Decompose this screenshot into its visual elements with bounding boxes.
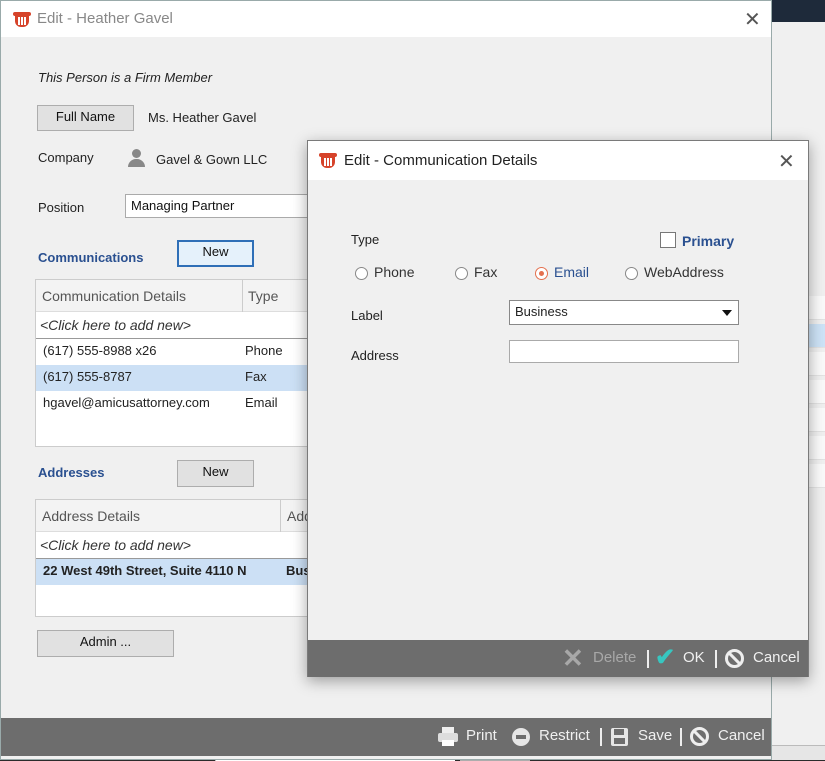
save-icon (611, 728, 628, 746)
radio-email[interactable]: Email (535, 264, 595, 282)
communication-type-cell: Email (245, 395, 278, 410)
type-label: Type (351, 232, 380, 247)
main-window-title: Edit - Heather Gavel (37, 10, 173, 27)
amicus-logo-icon (13, 10, 31, 28)
footer-separator (647, 650, 649, 668)
company-label: Company (38, 150, 94, 165)
new-address-button[interactable]: New (177, 460, 254, 487)
full-name-value: Ms. Heather Gavel (148, 110, 257, 125)
dialog-cancel-button[interactable]: Cancel (753, 649, 800, 666)
amicus-logo-icon (319, 151, 337, 169)
print-button[interactable]: Print (466, 727, 497, 744)
communication-type-cell: Fax (245, 369, 267, 384)
addresses-heading: Addresses (38, 465, 105, 480)
column-address-details[interactable]: Address Details (42, 508, 140, 524)
delete-button[interactable]: Delete (593, 649, 636, 666)
communications-grid-header: Communication Details Type (36, 280, 314, 312)
chevron-down-icon (722, 310, 732, 316)
table-row-selected[interactable]: 22 West 49th Street, Suite 4110 N Bus (36, 559, 314, 585)
communication-details-cell: (617) 555-8787 (43, 369, 132, 384)
radio-email-label: Email (554, 264, 590, 280)
radio-dot (355, 267, 368, 280)
main-titlebar: Edit - Heather Gavel ✕ (1, 1, 771, 37)
dialog-close-icon[interactable]: ✕ (778, 149, 795, 174)
radio-webaddress-label: WebAddress (644, 264, 724, 280)
save-button[interactable]: Save (638, 727, 672, 744)
label-select-value: Business (515, 304, 568, 319)
firm-member-note: This Person is a Firm Member (38, 70, 213, 85)
ok-button[interactable]: OK (683, 649, 705, 666)
communication-type-cell: Phone (245, 343, 283, 358)
cancel-button[interactable]: Cancel (718, 727, 765, 744)
checkbox-box (660, 232, 676, 248)
column-communication-details[interactable]: Communication Details (42, 288, 186, 304)
radio-dot (625, 267, 638, 280)
position-label: Position (38, 200, 85, 215)
restrict-icon (512, 728, 530, 746)
main-close-icon[interactable]: ✕ (744, 7, 761, 32)
footer-separator (600, 728, 602, 746)
full-name-button[interactable]: Full Name (37, 105, 134, 131)
radio-phone[interactable]: Phone (355, 264, 425, 282)
footer-separator (680, 728, 682, 746)
table-row[interactable]: hgavel@amicusattorney.com Email (36, 391, 314, 417)
dialog-titlebar: Edit - Communication Details ✕ (308, 141, 808, 180)
admin-button[interactable]: Admin ... (37, 630, 174, 657)
communications-grid: Communication Details Type <Click here t… (35, 279, 315, 447)
radio-fax[interactable]: Fax (455, 264, 505, 282)
add-new-communication-row[interactable]: <Click here to add new> (36, 312, 314, 339)
addresses-grid-header: Address Details Add (36, 500, 314, 532)
background-app-titlebar (772, 0, 825, 22)
communication-details-cell: hgavel@amicusattorney.com (43, 395, 210, 410)
cancel-icon (725, 649, 744, 668)
person-icon (128, 149, 145, 167)
delete-icon: ✕ (562, 643, 584, 673)
main-footer-bar: Print Restrict Save Cancel (1, 718, 771, 756)
label-select[interactable]: Business (509, 300, 739, 325)
radio-dot-selected (535, 267, 548, 280)
communications-heading: Communications (38, 250, 144, 265)
radio-dot (455, 267, 468, 280)
cancel-icon (690, 727, 709, 746)
position-field[interactable]: Managing Partner (125, 194, 315, 218)
primary-label: Primary (682, 233, 735, 249)
ok-check-icon: ✔ (655, 644, 676, 671)
printer-icon (438, 727, 458, 747)
primary-checkbox[interactable]: Primary (660, 232, 750, 250)
communication-details-dialog: Edit - Communication Details ✕ Type Prim… (307, 140, 809, 677)
restrict-button[interactable]: Restrict (539, 727, 590, 744)
dialog-footer-bar: ✕ Delete ✔ OK Cancel (308, 640, 808, 677)
addresses-grid: Address Details Add <Click here to add n… (35, 499, 315, 617)
table-row-selected[interactable]: (617) 555-8787 Fax (36, 365, 314, 391)
radio-fax-label: Fax (474, 264, 498, 280)
radio-webaddress[interactable]: WebAddress (625, 264, 735, 282)
add-new-address-row[interactable]: <Click here to add new> (36, 532, 314, 559)
communication-details-cell: (617) 555-8988 x26 (43, 343, 157, 358)
address-details-cell: 22 West 49th Street, Suite 4110 N (43, 563, 247, 578)
address-field[interactable] (509, 340, 739, 363)
dialog-title: Edit - Communication Details (344, 152, 538, 169)
address-label: Address (351, 348, 399, 363)
company-link[interactable]: Gavel & Gown LLC (156, 152, 267, 167)
column-type[interactable]: Type (248, 288, 278, 304)
table-row[interactable]: (617) 555-8988 x26 Phone (36, 339, 314, 365)
radio-phone-label: Phone (374, 264, 415, 280)
new-communication-button[interactable]: New (177, 240, 254, 267)
footer-separator (715, 650, 717, 668)
label-label: Label (351, 308, 383, 323)
